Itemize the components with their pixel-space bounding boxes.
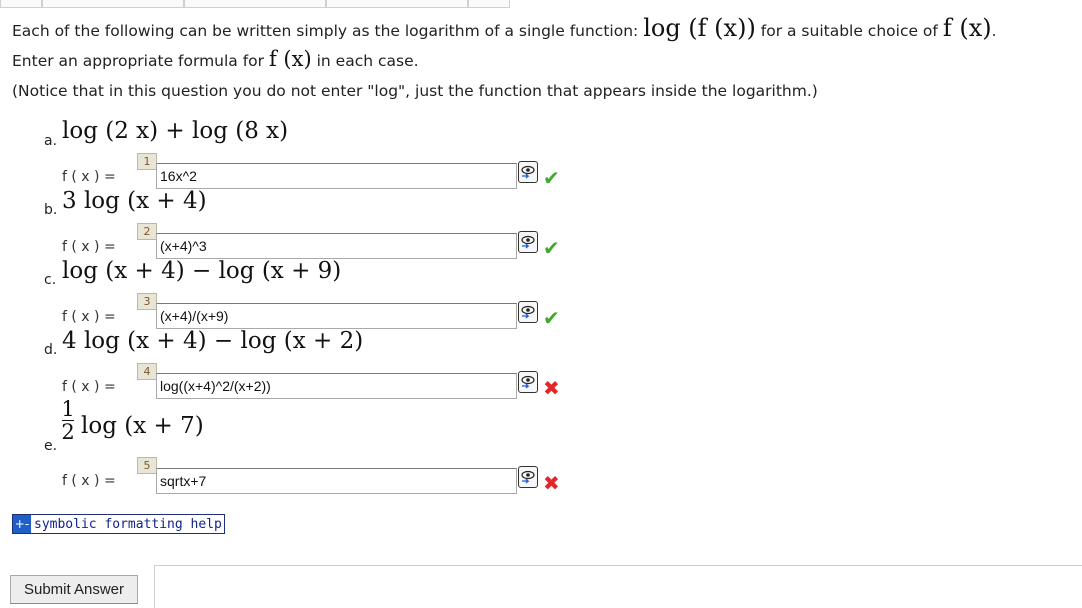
answer-number-badge: 3 <box>137 293 157 310</box>
incorrect-x-icon: ✖ <box>543 376 560 400</box>
item-expression: 4 log (x + 4) − log (x + 2) <box>62 328 364 354</box>
symbolic-formatting-help-link[interactable]: +- symbolic formatting help <box>12 514 225 534</box>
symbolic-help-label: symbolic formatting help <box>34 516 222 532</box>
answer-input[interactable]: (x+4)^3 <box>156 233 517 259</box>
answer-number-badge: 5 <box>137 457 157 474</box>
item-expression: log (x + 4) − log (x + 9) <box>62 258 342 284</box>
preview-eye-icon[interactable] <box>518 466 538 488</box>
preview-eye-icon[interactable] <box>518 161 538 183</box>
item-letter: c. <box>44 272 57 288</box>
function-label: f ( x ) = <box>62 169 116 185</box>
submit-answer-button[interactable]: Submit Answer <box>10 575 138 604</box>
instructions-text: Enter an appropriate formula for <box>12 52 265 70</box>
item-expression: log (2 x) + log (8 x) <box>62 118 289 144</box>
preview-eye-icon[interactable] <box>518 301 538 323</box>
item-letter: d. <box>44 342 58 358</box>
preview-eye-icon[interactable] <box>518 371 538 393</box>
fraction-denominator: 2 <box>61 420 75 444</box>
top-tab-strip <box>0 0 1082 9</box>
instructions-math-f: f (x) <box>268 47 312 71</box>
answer-input[interactable]: (x+4)/(x+9) <box>156 303 517 329</box>
instructions-line-1: Each of the following can be written sim… <box>12 14 997 42</box>
correct-check-icon: ✔ <box>543 166 560 190</box>
answer-number-badge: 4 <box>137 363 157 380</box>
instructions-math-f: f (x) <box>942 14 992 42</box>
answer-input[interactable]: log((x+4)^2/(x+2)) <box>156 373 517 399</box>
item-expression: log (x + 7) <box>81 413 204 439</box>
answer-number-badge: 1 <box>137 153 157 170</box>
preview-eye-icon[interactable] <box>518 231 538 253</box>
instructions-text: Each of the following can be written sim… <box>12 22 639 40</box>
instructions-period: . <box>991 22 997 40</box>
feedback-panel <box>154 565 1082 608</box>
instructions-text: for a suitable choice of <box>760 22 938 40</box>
function-label: f ( x ) = <box>62 239 116 255</box>
answer-input[interactable]: sqrtx+7 <box>156 468 517 494</box>
answer-number-badge: 2 <box>137 223 157 240</box>
function-label: f ( x ) = <box>62 309 116 325</box>
item-letter: b. <box>44 202 58 218</box>
instructions-line-2: Enter an appropriate formula for f (x) i… <box>12 47 419 71</box>
function-label: f ( x ) = <box>62 379 116 395</box>
plus-minus-icon: +- <box>13 515 31 533</box>
instructions-math-log: log (f (x)) <box>643 14 756 42</box>
fraction-numerator: 1 <box>61 397 75 421</box>
function-label: f ( x ) = <box>62 473 116 489</box>
correct-check-icon: ✔ <box>543 236 560 260</box>
item-letter: a. <box>44 133 58 149</box>
instructions-text: in each case. <box>316 52 419 70</box>
fraction: 1 2 <box>61 398 75 443</box>
answer-input[interactable]: 16x^2 <box>156 163 517 189</box>
correct-check-icon: ✔ <box>543 306 560 330</box>
instructions-line-3: (Notice that in this question you do not… <box>12 82 818 100</box>
item-letter: e. <box>44 438 58 454</box>
incorrect-x-icon: ✖ <box>543 471 560 495</box>
item-expression: 3 log (x + 4) <box>62 188 207 214</box>
